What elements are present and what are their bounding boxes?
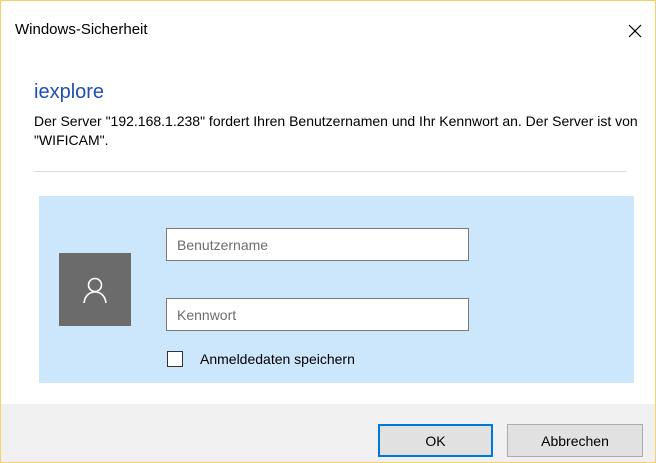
cancel-button[interactable]: Abbrechen bbox=[507, 424, 643, 457]
remember-checkbox[interactable] bbox=[167, 351, 183, 367]
close-icon bbox=[628, 24, 642, 38]
password-field[interactable] bbox=[166, 298, 469, 331]
credential-panel: Anmeldedaten speichern bbox=[39, 196, 634, 383]
username-field[interactable] bbox=[166, 228, 469, 261]
remember-credentials-row[interactable]: Anmeldedaten speichern bbox=[167, 348, 355, 370]
title-bar: Windows-Sicherheit bbox=[1, 1, 655, 61]
security-dialog: Windows-Sicherheit iexplore Der Server "… bbox=[0, 0, 656, 463]
user-icon bbox=[83, 277, 107, 303]
server-message: Der Server "192.168.1.238" fordert Ihren… bbox=[34, 113, 638, 148]
ok-button[interactable]: OK bbox=[378, 424, 493, 457]
remember-label: Anmeldedaten speichern bbox=[200, 351, 355, 367]
app-name: iexplore bbox=[34, 81, 105, 103]
avatar bbox=[59, 253, 131, 326]
button-bar: OK Abbrechen bbox=[1, 404, 655, 462]
window-title: Windows-Sicherheit bbox=[15, 21, 148, 38]
divider bbox=[34, 171, 626, 172]
close-button[interactable] bbox=[617, 15, 653, 47]
